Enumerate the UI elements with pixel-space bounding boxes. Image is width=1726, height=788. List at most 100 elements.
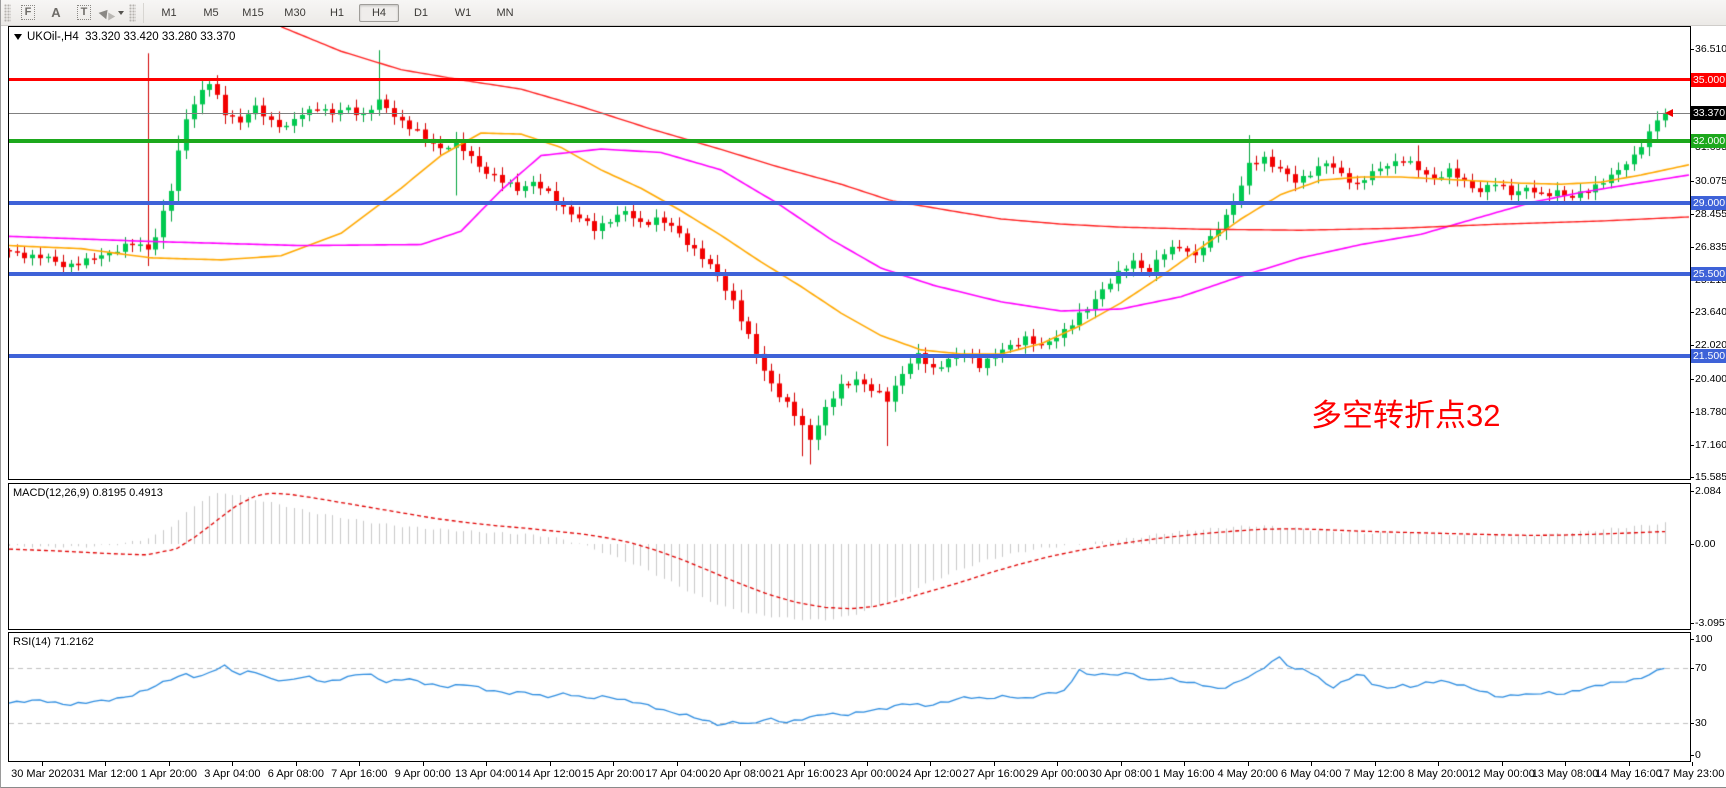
time-axis-label: 29 Apr 00:00 — [1026, 768, 1088, 780]
time-axis-label: 20 Apr 08:00 — [709, 768, 771, 780]
price-level-badge-21.500: 21.500 — [1691, 349, 1726, 363]
time-axis-label: 21 Apr 16:00 — [772, 768, 834, 780]
current-price-badge: 33.370 — [1691, 106, 1726, 120]
macd-axis-label: 0.00 — [1695, 538, 1715, 550]
time-axis-label: 14 May 16:00 — [1595, 768, 1662, 780]
time-axis-label: 24 Apr 12:00 — [899, 768, 961, 780]
time-axis-label: 1 Apr 20:00 — [141, 768, 197, 780]
time-axis-tick — [359, 762, 360, 766]
price-level-line-32.000[interactable] — [9, 139, 1690, 143]
time-axis-label: 17 May 23:00 — [1658, 768, 1725, 780]
time-axis-tick — [930, 762, 931, 766]
toolbar-icon-group: FAT — [14, 2, 126, 24]
timeframe-button-m1[interactable]: M1 — [149, 4, 189, 22]
timeframe-button-m15[interactable]: M15 — [233, 4, 273, 22]
time-axis-label: 7 May 12:00 — [1344, 768, 1405, 780]
rsi-axis-label: 70 — [1695, 662, 1707, 674]
time-axis-label: 23 Apr 00:00 — [836, 768, 898, 780]
price-axis-tick — [1690, 181, 1694, 182]
rsi-axis-tick — [1690, 639, 1694, 640]
chart-dropdown-icon[interactable] — [14, 34, 22, 40]
time-axis-tick — [994, 762, 995, 766]
time-axis-tick — [1248, 762, 1249, 766]
macd-indicator-label: MACD(12,26,9) 0.8195 0.4913 — [13, 487, 163, 499]
price-axis-label: 20.400 — [1695, 373, 1726, 385]
rsi-axis-tick — [1690, 668, 1694, 669]
draw-shapes-icon[interactable] — [99, 2, 125, 24]
font-a-icon[interactable]: A — [43, 2, 69, 24]
time-axis-label: 13 May 08:00 — [1532, 768, 1599, 780]
rsi-indicator-label: RSI(14) 71.2162 — [13, 636, 94, 648]
price-axis-tick — [1690, 412, 1694, 413]
text-label-t-icon[interactable]: T — [71, 2, 97, 24]
time-axis-label: 12 May 00:00 — [1468, 768, 1535, 780]
price-axis-tick — [1690, 345, 1694, 346]
macd-axis-tick — [1690, 491, 1694, 492]
timeframe-button-m30[interactable]: M30 — [275, 4, 315, 22]
timeframe-button-mn[interactable]: MN — [485, 4, 525, 22]
time-axis-tick — [169, 762, 170, 766]
macd-axis-tick — [1690, 623, 1694, 624]
time-axis-label: 6 Apr 08:00 — [268, 768, 324, 780]
price-level-line-21.500[interactable] — [9, 354, 1690, 358]
timeframe-button-h1[interactable]: H1 — [317, 4, 357, 22]
timeframe-button-w1[interactable]: W1 — [443, 4, 483, 22]
price-axis-label: 30.075 — [1695, 175, 1726, 187]
time-axis-tick — [232, 762, 233, 766]
price-axis-tick — [1690, 312, 1694, 313]
time-axis-label: 27 Apr 16:00 — [963, 768, 1025, 780]
time-axis-tick — [423, 762, 424, 766]
time-axis-tick — [804, 762, 805, 766]
time-axis-tick — [1565, 762, 1566, 766]
time-axis-tick — [296, 762, 297, 766]
time-axis-label: 13 Apr 04:00 — [455, 768, 517, 780]
price-axis-tick — [1690, 214, 1694, 215]
time-axis-tick — [1629, 762, 1630, 766]
time-axis-label: 1 May 16:00 — [1154, 768, 1215, 780]
time-axis-label: 15 Apr 20:00 — [582, 768, 644, 780]
chart-text-annotation[interactable]: 多空转折点32 — [1311, 400, 1500, 431]
price-level-line-35.000[interactable] — [9, 78, 1690, 81]
macd-canvas[interactable] — [9, 484, 1690, 629]
price-axis-label: 18.780 — [1695, 406, 1726, 418]
current-price-line — [9, 113, 1690, 114]
time-axis-label: 30 Apr 08:00 — [1090, 768, 1152, 780]
price-axis-label: 23.640 — [1695, 306, 1726, 318]
time-axis-tick — [1057, 762, 1058, 766]
timeframe-drag-handle[interactable] — [129, 4, 136, 22]
toolbar-drag-handle[interactable] — [4, 4, 11, 22]
time-axis-tick — [1438, 762, 1439, 766]
chart-properties-f-icon[interactable]: F — [15, 2, 41, 24]
time-axis-label: 31 Mar 12:00 — [73, 768, 138, 780]
time-axis-tick — [613, 762, 614, 766]
time-axis-tick — [105, 762, 106, 766]
time-axis-tick — [1375, 762, 1376, 766]
timeframe-button-d1[interactable]: D1 — [401, 4, 441, 22]
timeframe-button-m5[interactable]: M5 — [191, 4, 231, 22]
timeframe-button-group: M1M5M15M30H1H4D1W1MN — [139, 3, 526, 23]
macd-axis-tick — [1690, 544, 1694, 545]
rsi-axis-tick — [1690, 723, 1694, 724]
price-axis-label: 36.510 — [1695, 43, 1726, 55]
price-level-badge-25.500: 25.500 — [1691, 267, 1726, 281]
price-axis-label: 15.585 — [1695, 471, 1726, 483]
rsi-axis-tick — [1690, 755, 1694, 756]
price-level-line-25.500[interactable] — [9, 272, 1690, 276]
time-axis-tick — [1184, 762, 1185, 766]
chart-symbol-period: UKOil-,H4 — [27, 31, 79, 43]
price-axis-label: 26.835 — [1695, 241, 1726, 253]
price-axis-tick — [1690, 477, 1694, 478]
time-axis-label: 17 Apr 04:00 — [645, 768, 707, 780]
time-axis-tick — [1121, 762, 1122, 766]
timeframe-button-h4[interactable]: H4 — [359, 4, 399, 22]
time-axis-tick — [677, 762, 678, 766]
time-axis[interactable]: 30 Mar 202031 Mar 12:001 Apr 20:003 Apr … — [1, 762, 1726, 788]
time-axis-label: 7 Apr 16:00 — [331, 768, 387, 780]
price-level-badge-32.000: 32.000 — [1691, 134, 1726, 148]
time-axis-label: 14 Apr 12:00 — [518, 768, 580, 780]
rsi-canvas[interactable] — [9, 633, 1690, 761]
time-axis-label: 3 Apr 04:00 — [204, 768, 260, 780]
chart-ohlc-values: 33.320 33.420 33.280 33.370 — [85, 31, 235, 43]
time-axis-tick — [550, 762, 551, 766]
price-level-line-29.000[interactable] — [9, 201, 1690, 205]
